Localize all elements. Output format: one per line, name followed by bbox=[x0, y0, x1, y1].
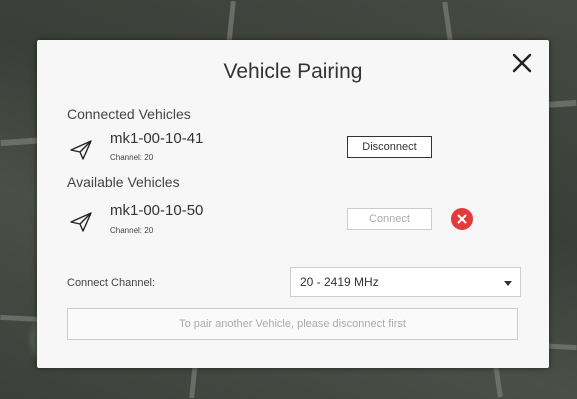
vehicle-id: mk1-00-10-50 bbox=[110, 202, 204, 219]
dialog-title: Vehicle Pairing bbox=[223, 60, 363, 83]
close-button[interactable] bbox=[509, 50, 535, 76]
connected-vehicles-heading: Connected Vehicles bbox=[67, 106, 191, 122]
paper-plane-icon bbox=[69, 210, 93, 234]
vehicle-id: mk1-00-10-41 bbox=[110, 130, 204, 147]
remove-icon bbox=[457, 214, 467, 224]
channel-select[interactable]: 20 - 2419 MHz bbox=[290, 267, 521, 297]
available-vehicles-heading: Available Vehicles bbox=[67, 174, 180, 190]
vehicle-channel: Channel: 20 bbox=[110, 226, 154, 235]
vehicle-channel: Channel: 20 bbox=[110, 153, 154, 162]
paper-plane-icon bbox=[69, 138, 93, 162]
vehicle-pairing-dialog: Vehicle Pairing Connected Vehicles mk1-0… bbox=[37, 40, 549, 368]
caret-down-icon bbox=[504, 281, 512, 286]
disconnect-button[interactable]: Disconnect bbox=[347, 136, 432, 158]
close-icon bbox=[512, 53, 532, 73]
channel-select-value: 20 - 2419 MHz bbox=[300, 275, 379, 289]
remove-vehicle-button[interactable] bbox=[451, 208, 473, 230]
pair-hint-message: To pair another Vehicle, please disconne… bbox=[67, 308, 518, 340]
connect-channel-label: Connect Channel: bbox=[67, 277, 156, 289]
connect-button[interactable]: Connect bbox=[347, 208, 432, 230]
